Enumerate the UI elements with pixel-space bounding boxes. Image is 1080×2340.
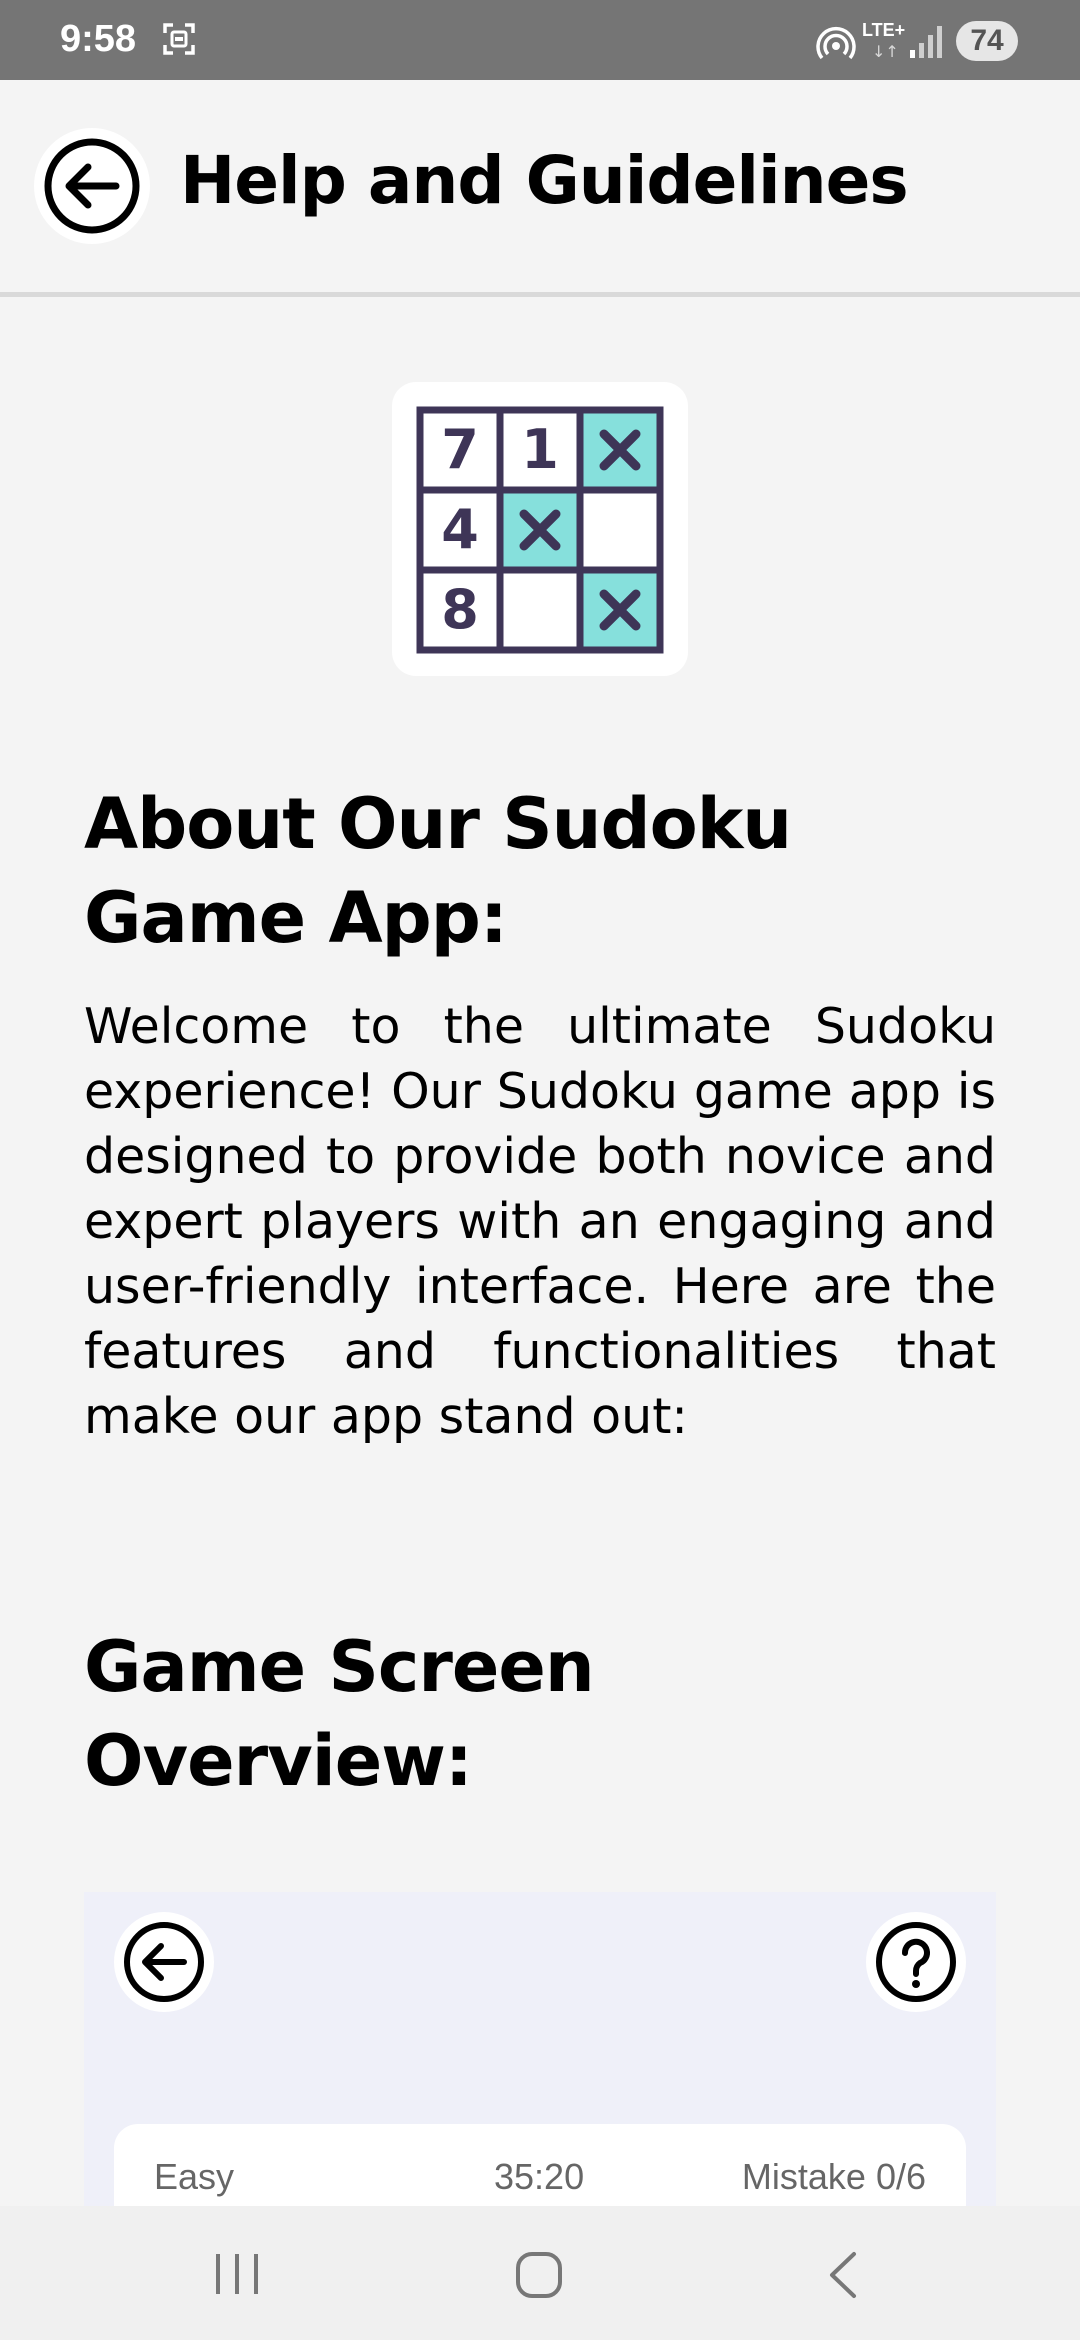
preview-help-button bbox=[866, 1912, 966, 2012]
logo-digit: 7 bbox=[441, 418, 479, 481]
page-title: Help and Guidelines bbox=[180, 142, 909, 219]
app-header: Help and Guidelines bbox=[0, 80, 1080, 297]
app-logo: 7 1 4 8 bbox=[392, 382, 688, 676]
status-time: 9:58 bbox=[60, 18, 137, 60]
about-heading: About Our Sudoku Game App: bbox=[84, 783, 792, 959]
logo-digit: 4 bbox=[441, 498, 479, 561]
about-description: Welcome to the ultimate Sudoku experienc… bbox=[84, 998, 996, 1445]
preview-difficulty-label: Easy bbox=[154, 2156, 235, 2197]
preview-mistakes-label: Mistake 0/6 bbox=[741, 2156, 926, 2197]
game-screen-overview-heading: Game Screen Overview: bbox=[84, 1626, 595, 1802]
system-navigation-bar bbox=[0, 2206, 1080, 2340]
back-arrow-icon bbox=[124, 1922, 204, 2002]
battery-level-badge: 74 bbox=[956, 21, 1018, 61]
hotspot-icon bbox=[816, 27, 856, 60]
recents-icon[interactable] bbox=[212, 2252, 262, 2296]
screenshot-icon bbox=[163, 23, 195, 55]
help-question-icon bbox=[876, 1922, 956, 2002]
network-type-label: LTE+ bbox=[862, 20, 906, 40]
logo-digit: 8 bbox=[441, 578, 479, 641]
back-button[interactable] bbox=[34, 128, 150, 244]
sudoku-grid-logo-icon: 7 1 4 8 bbox=[416, 406, 664, 654]
preview-back-button bbox=[114, 1912, 214, 2012]
back-arrow-icon bbox=[44, 138, 140, 234]
home-icon[interactable] bbox=[514, 2250, 564, 2300]
status-bar: 9:58 LTE+ ↓↑ 74 bbox=[0, 0, 1080, 80]
network-activity-icon: ↓↑ bbox=[872, 42, 899, 61]
back-chevron-icon[interactable] bbox=[822, 2250, 862, 2300]
logo-digit: 1 bbox=[521, 418, 559, 481]
signal-icon bbox=[910, 26, 942, 58]
preview-timer-label: 35:20 bbox=[494, 2156, 585, 2197]
